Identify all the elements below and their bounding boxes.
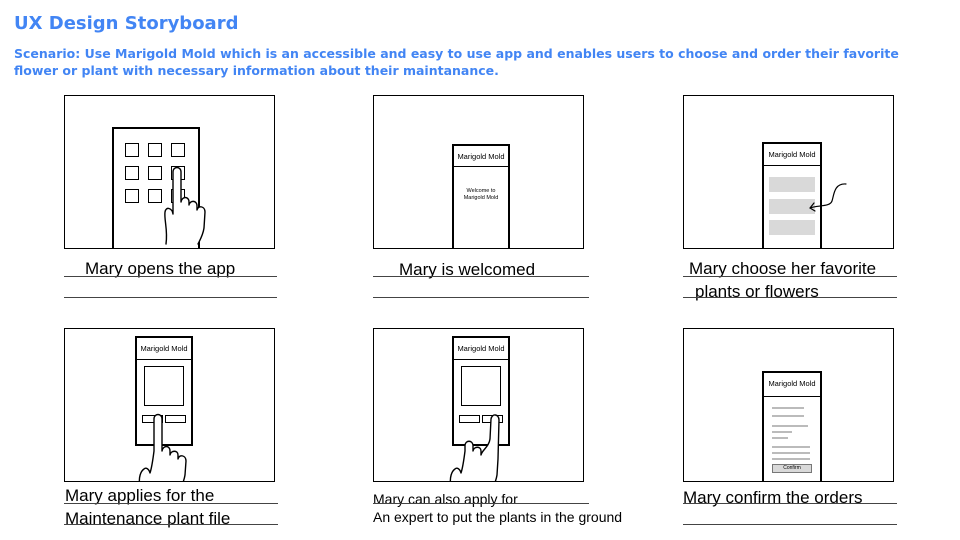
caption-rule — [64, 297, 277, 298]
caption-rule — [373, 276, 589, 277]
header-divider — [764, 396, 820, 397]
phone-frame: Marigold Mold Confirm — [762, 371, 822, 481]
panel-caption: Mary is welcomed — [399, 260, 536, 279]
order-detail-line — [772, 437, 788, 439]
panel-caption: Mary can also apply for — [373, 491, 518, 507]
storyboard-panel-4: Marigold Mold — [64, 328, 275, 482]
plant-image-placeholder — [144, 366, 184, 406]
header-divider — [137, 359, 191, 360]
order-detail-line — [772, 431, 792, 433]
app-icon — [171, 143, 185, 157]
header-divider — [454, 166, 508, 167]
storyboard-panel-5: Marigold Mold — [373, 328, 584, 482]
panel-caption: An expert to put the plants in the groun… — [373, 509, 623, 525]
header-divider — [454, 359, 508, 360]
confirm-button[interactable]: Confirm — [772, 464, 812, 473]
welcome-message: Welcome to Marigold Mold — [454, 188, 508, 202]
app-name-label: Marigold Mold — [140, 344, 188, 353]
phone-frame: Marigold Mold Welcome to Marigold Mold — [452, 144, 510, 248]
product-option — [769, 220, 815, 235]
selection-pointer-icon — [809, 183, 847, 212]
caption-rule — [373, 297, 589, 298]
app-icon — [125, 189, 139, 203]
app-name-label: Marigold Mold — [457, 344, 505, 353]
storyboard-panel-1 — [64, 95, 275, 249]
app-name-label: Marigold Mold — [457, 152, 505, 161]
caption-rule — [64, 276, 277, 277]
app-name-label: Marigold Mold — [768, 379, 816, 388]
welcome-line: Marigold Mold — [463, 195, 499, 201]
caption-rule — [683, 524, 897, 525]
app-icon — [125, 166, 139, 180]
order-detail-line — [772, 415, 804, 417]
order-detail-line — [772, 446, 810, 448]
panel-caption: Mary confirm the orders — [683, 488, 863, 507]
order-detail-line — [772, 452, 810, 454]
caption-rule — [683, 503, 897, 504]
tapping-hand-icon — [138, 413, 187, 481]
order-detail-line — [772, 458, 810, 460]
panel-caption: Maintenance plant file — [65, 509, 231, 528]
caption-rule — [64, 503, 278, 504]
storyboard-panel-2: Marigold Mold Welcome to Marigold Mold — [373, 95, 584, 249]
order-detail-line — [772, 407, 804, 409]
plant-image-placeholder — [461, 366, 501, 406]
welcome-line: Welcome to — [466, 188, 496, 194]
caption-rule — [683, 276, 897, 277]
storyboard-panel-3: Marigold Mold — [683, 95, 894, 249]
panel-caption: plants or flowers — [695, 282, 819, 301]
app-icon — [125, 143, 139, 157]
storyboard-panel-6: Marigold Mold Confirm — [683, 328, 894, 482]
page-title: UX Design Storyboard — [14, 13, 239, 34]
caption-rule — [64, 524, 278, 525]
order-detail-line — [772, 425, 808, 427]
scenario-text: Scenario: Use Marigold Mold which is an … — [14, 46, 899, 78]
caption-rule — [683, 297, 897, 298]
header-divider — [764, 165, 820, 166]
app-icon — [148, 143, 162, 157]
tapping-hand-icon — [164, 166, 206, 245]
app-name-label: Marigold Mold — [768, 150, 816, 159]
caption-rule — [373, 503, 589, 504]
tapping-hand-icon — [449, 414, 500, 481]
